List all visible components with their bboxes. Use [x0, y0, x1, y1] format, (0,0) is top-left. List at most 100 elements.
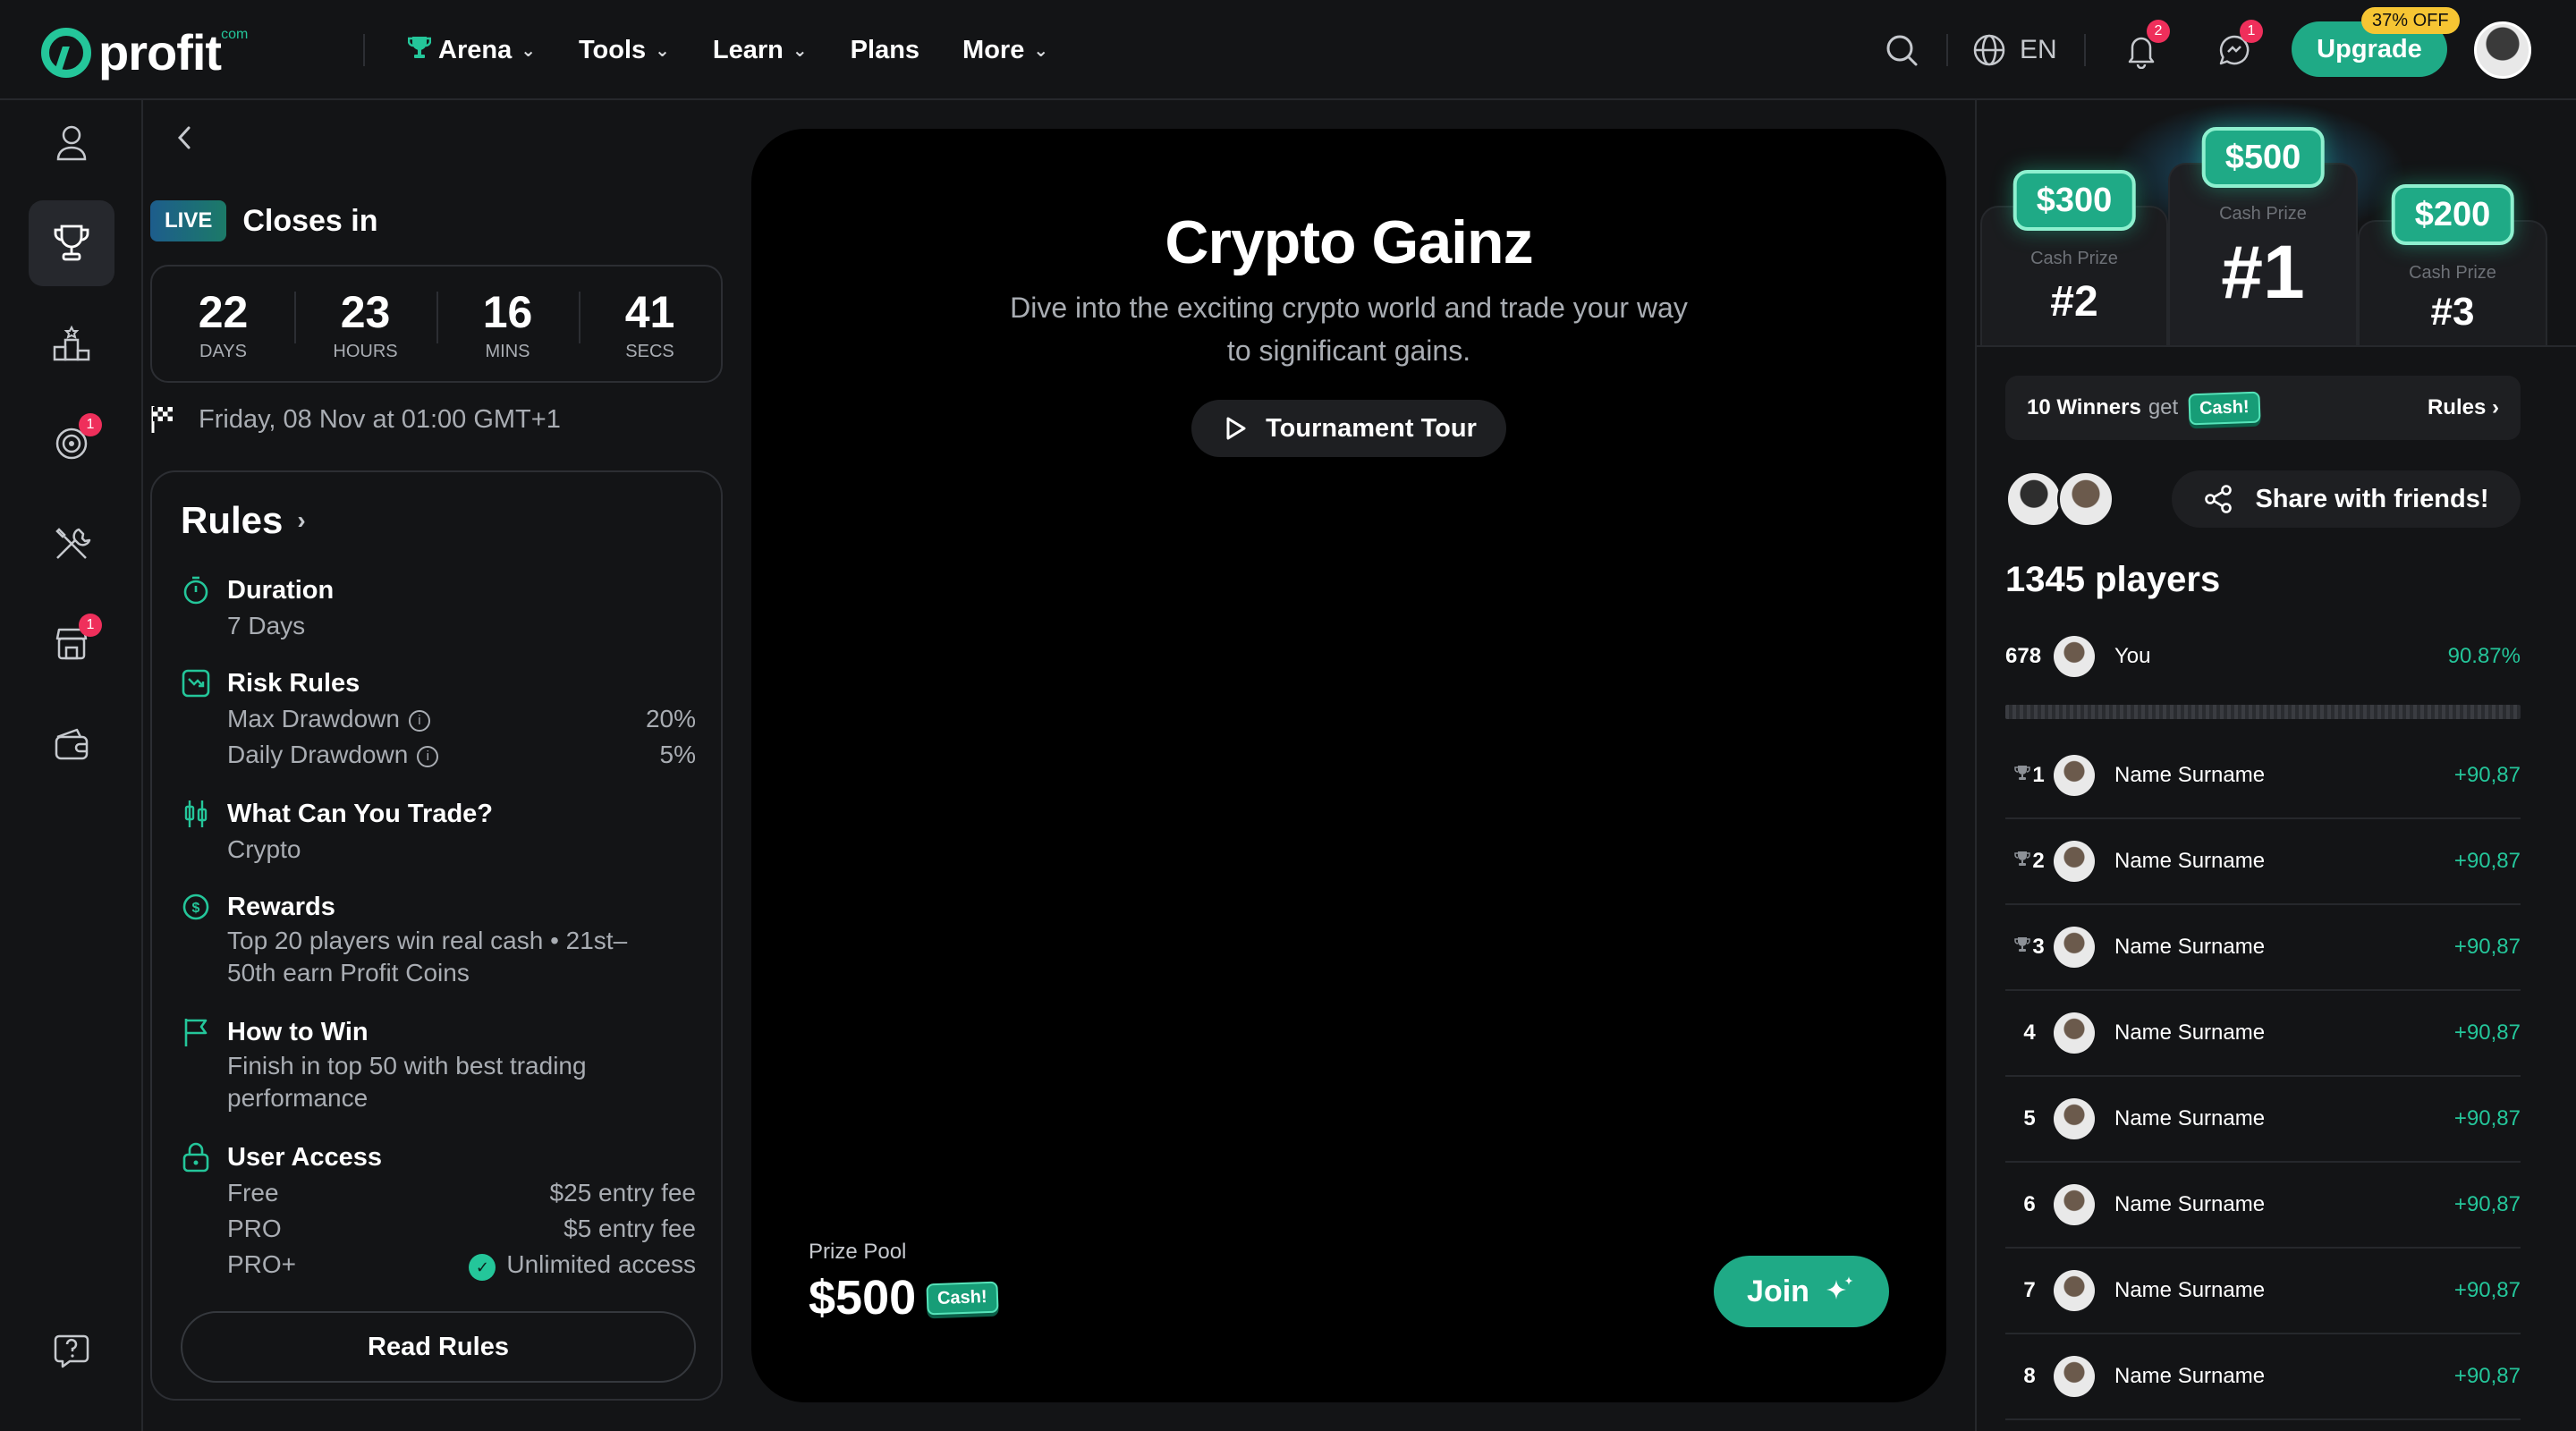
access-tier: PRO+ — [227, 1250, 297, 1278]
podium-rank: #2 — [2050, 278, 2098, 326]
rule-duration: Duration 7 Days — [181, 572, 696, 644]
table-row[interactable]: 6 Name Surname +90,87 — [2005, 1163, 2521, 1249]
brand-logo[interactable]: profit com — [41, 23, 248, 81]
avatar — [2054, 1012, 2095, 1054]
countdown-value: 23 — [340, 286, 391, 337]
info-icon[interactable]: i — [417, 745, 439, 767]
rules-title: Rules — [181, 499, 284, 541]
read-rules-button[interactable]: Read Rules — [181, 1311, 696, 1383]
nav-more-label: More — [962, 35, 1025, 64]
divider — [1977, 345, 2576, 347]
language-selector[interactable]: EN — [1971, 32, 2057, 68]
sidebar-item-arena[interactable] — [29, 200, 114, 286]
rule-trade: What Can You Trade? Crypto — [181, 796, 696, 868]
table-row[interactable]: 2 Name Surname +90,87 — [2005, 819, 2521, 905]
countdown-unit: SECS — [625, 341, 674, 361]
nav-arena-label: Arena — [438, 35, 513, 64]
logo-icon — [41, 27, 91, 78]
messages-button[interactable]: 1 — [2213, 20, 2263, 72]
tournament-hero: Crypto Gainz Dive into the exciting cryp… — [751, 129, 1946, 1402]
leaderboard-panel: $300 Cash Prize #2 $500 Cash Prize #1 $2… — [1975, 100, 2576, 1431]
rule-value: Top 20 players win real cash • 21st–50th… — [227, 927, 628, 986]
chevron-right-icon: › — [297, 506, 306, 534]
max-drawdown-value: 20% — [645, 705, 696, 732]
winners-bar: 10 Winners get Cash! Rules › — [2005, 376, 2521, 440]
access-tier: PRO — [227, 1215, 282, 1242]
rules-link[interactable]: Rules › — [2428, 395, 2499, 420]
notifications-button[interactable]: 2 — [2120, 20, 2170, 72]
current-user-row[interactable]: 678 You 90.87% — [2005, 628, 2521, 685]
nav-learn[interactable]: Learn ⌄ — [713, 29, 808, 72]
divider — [2084, 34, 2086, 66]
rule-risk: Risk Rules Max Drawdown i 20% Daily Drawdo… — [181, 665, 696, 773]
nav-plans[interactable]: Plans — [851, 29, 919, 72]
sparkle-icon — [1826, 1276, 1853, 1300]
table-row[interactable]: 5 Name Surname +90,87 — [2005, 1077, 2521, 1163]
avatar — [2054, 927, 2095, 968]
sidebar-item-challenges[interactable]: 1 — [29, 401, 114, 487]
podium-first: $500 Cash Prize #1 — [2168, 127, 2358, 347]
sidebar-item-help[interactable] — [29, 1308, 114, 1393]
rules-heading[interactable]: Rules › — [181, 499, 306, 542]
rank-number: 2 — [2032, 849, 2045, 873]
globe-icon — [1973, 34, 2005, 66]
chevron-down-icon: ⌄ — [792, 40, 808, 61]
table-row[interactable]: 4 Name Surname +90,87 — [2005, 991, 2521, 1077]
svg-text:$: $ — [192, 901, 200, 916]
trophy-icon — [2014, 851, 2031, 872]
countdown-mins: 16 MINS — [436, 286, 579, 362]
join-button[interactable]: Join — [1714, 1256, 1889, 1327]
countdown-unit: MINS — [485, 341, 530, 361]
checkered-flag-icon — [151, 406, 173, 433]
prize-amount-chip: $200 — [2391, 184, 2514, 245]
nav-more[interactable]: More ⌄ — [962, 29, 1048, 72]
rank-cell: 5 — [2005, 1106, 2054, 1131]
tournament-tour-button[interactable]: Tournament Tour — [1191, 400, 1506, 457]
prize-amount-chip: $500 — [2201, 127, 2325, 188]
table-row[interactable]: 8 Name Surname +90,87 — [2005, 1334, 2521, 1420]
rank-cell: 7 — [2005, 1278, 2054, 1303]
player-name: Name Surname — [2114, 1364, 2266, 1388]
stopwatch-icon — [181, 575, 211, 605]
avatar — [2054, 1098, 2095, 1139]
podium-icon — [53, 325, 90, 361]
notifications-count-badge: 2 — [2147, 20, 2170, 43]
rank-number: 7 — [2023, 1278, 2036, 1302]
trend-down-icon — [181, 668, 211, 699]
user-rank: 678 — [2005, 644, 2042, 668]
nav-tools[interactable]: Tools ⌄ — [579, 29, 670, 72]
access-tier: Free — [227, 1179, 279, 1207]
cash-prize-label: Cash Prize — [2030, 249, 2118, 268]
main-nav: Arena ⌄ Tools ⌄ Learn ⌄ Plans More ⌄ — [407, 29, 1091, 72]
user-avatar[interactable] — [2474, 21, 2531, 79]
nav-tools-label: Tools — [578, 35, 647, 64]
info-icon[interactable]: i — [408, 709, 430, 732]
share-label: Share with friends! — [2255, 484, 2489, 513]
sidebar-item-wallet[interactable] — [29, 701, 114, 787]
sidebar-item-tools[interactable] — [29, 501, 114, 587]
rule-title: Risk Rules — [227, 668, 360, 698]
table-row[interactable]: 3 Name Surname +90,87 — [2005, 905, 2521, 991]
rules-link-label: Rules — [2427, 395, 2487, 419]
table-row[interactable]: 7 Name Surname +90,87 — [2005, 1249, 2521, 1334]
tournament-description: Dive into the exciting crypto world and … — [1010, 292, 1688, 367]
sidebar-item-leaderboard[interactable] — [29, 301, 114, 386]
rule-title: What Can You Trade? — [227, 799, 494, 828]
help-icon — [54, 1334, 89, 1368]
back-button[interactable] — [175, 122, 193, 159]
rank-separator — [2005, 705, 2521, 719]
access-value: Unlimited access — [506, 1250, 696, 1278]
nav-arena[interactable]: Arena ⌄ — [407, 29, 536, 72]
avatar — [2054, 841, 2095, 882]
sidebar-item-profile[interactable] — [29, 100, 114, 186]
table-row[interactable]: 1 Name Surname +90,87 — [2005, 733, 2521, 819]
player-score: +90,87 — [2453, 1192, 2521, 1216]
share-button[interactable]: Share with friends! — [2172, 470, 2521, 528]
rank-number: 4 — [2023, 1020, 2036, 1045]
candlestick-icon — [181, 799, 211, 829]
trophy-icon — [54, 224, 89, 261]
wallet-icon — [55, 728, 89, 760]
leaderboard-list: 1 Name Surname +90,87 2 Name Surname +90,87 3 N… — [2005, 733, 2521, 1420]
sidebar-item-store[interactable]: 1 — [29, 601, 114, 687]
search-button[interactable] — [1880, 29, 1923, 72]
